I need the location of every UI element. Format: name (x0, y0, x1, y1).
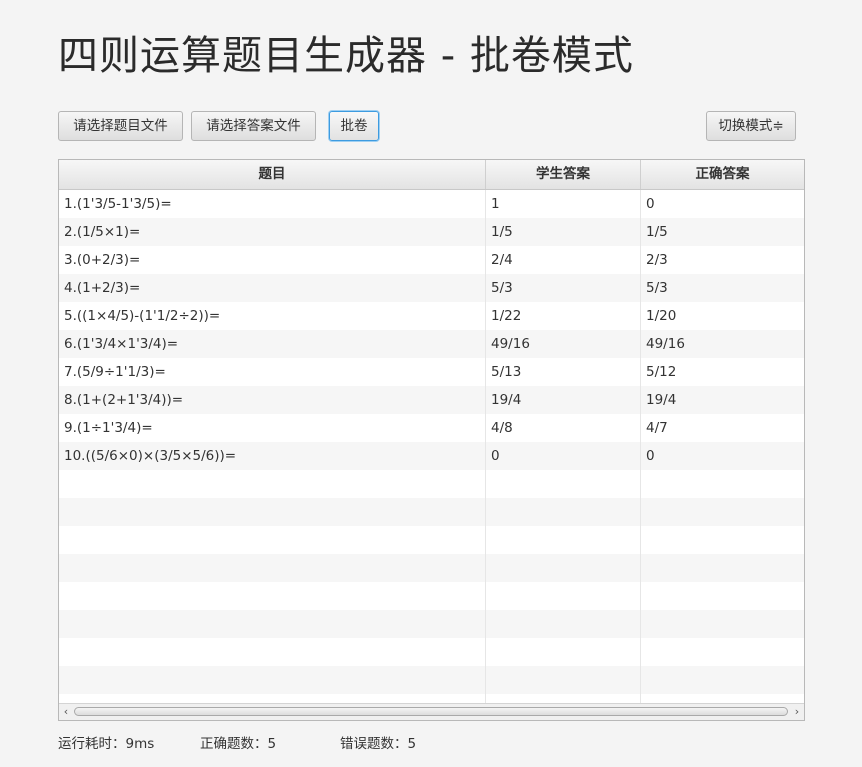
table-row[interactable]: 6.(1'3/4×1'3/4)= 49/16 49/16 (59, 330, 804, 358)
correct-answer-cell: 1/20 (646, 308, 677, 324)
correct-answer-cell: 5/12 (646, 364, 677, 380)
runtime-label: 运行耗时：9ms (58, 736, 155, 752)
correct-answer-cell: 49/16 (646, 336, 685, 352)
choose-question-file-button[interactable]: 请选择题目文件 (58, 111, 183, 141)
student-answer-cell: 1/22 (491, 308, 522, 324)
student-answer-cell: 49/16 (491, 336, 530, 352)
column-header-question[interactable]: 题目 (59, 160, 486, 189)
table-row[interactable]: 8.(1+(2+1'3/4))= 19/4 19/4 (59, 386, 804, 414)
empty-table-row (59, 610, 804, 638)
page-title: 四则运算题目生成器 - 批卷模式 (58, 33, 634, 79)
chevron-left-icon[interactable]: ‹ (59, 704, 73, 720)
student-answer-cell: 0 (491, 448, 500, 464)
switch-mode-button[interactable]: 切换模式≑ (706, 111, 796, 141)
empty-table-row (59, 554, 804, 582)
table-row[interactable]: 5.((1×4/5)-(1'1/2÷2))= 1/22 1/20 (59, 302, 804, 330)
correct-answer-cell: 0 (646, 448, 655, 464)
chevron-right-icon[interactable]: › (790, 704, 804, 720)
grade-button[interactable]: 批卷 (329, 111, 379, 141)
table-row[interactable]: 1.(1'3/5-1'3/5)= 1 0 (59, 190, 804, 218)
results-table[interactable]: 题目 学生答案 正确答案 1.(1'3/5-1'3/5)= 1 0 2.(1/5×1)… (58, 159, 805, 721)
table-row[interactable]: 7.(5/9÷1'1/3)= 5/13 5/12 (59, 358, 804, 386)
table-row[interactable]: 10.((5/6×0)×(3/5×5/6))= 0 0 (59, 442, 804, 470)
column-divider (485, 190, 486, 703)
empty-table-row (59, 638, 804, 666)
wrong-count-label: 错误题数：5 (340, 736, 417, 752)
empty-table-row (59, 526, 804, 554)
correct-answer-cell: 5/3 (646, 280, 668, 296)
table-body: 1.(1'3/5-1'3/5)= 1 0 2.(1/5×1)= 1/5 1/5 3.(0+2… (59, 190, 804, 703)
question-cell: 6.(1'3/4×1'3/4)= (64, 336, 179, 352)
correct-answer-cell: 4/7 (646, 420, 668, 436)
student-answer-cell: 19/4 (491, 392, 522, 408)
question-cell: 1.(1'3/5-1'3/5)= (64, 196, 172, 212)
empty-table-row (59, 694, 804, 703)
empty-table-row (59, 470, 804, 498)
table-row[interactable]: 3.(0+2/3)= 2/4 2/3 (59, 246, 804, 274)
correct-count-label: 正确题数：5 (200, 736, 277, 752)
student-answer-cell: 1/5 (491, 224, 513, 240)
correct-answer-cell: 1/5 (646, 224, 668, 240)
table-row[interactable]: 2.(1/5×1)= 1/5 1/5 (59, 218, 804, 246)
correct-answer-cell: 19/4 (646, 392, 677, 408)
question-cell: 8.(1+(2+1'3/4))= (64, 392, 184, 408)
table-header: 题目 学生答案 正确答案 (59, 160, 804, 190)
question-cell: 7.(5/9÷1'1/3)= (64, 364, 166, 380)
question-cell: 4.(1+2/3)= (64, 280, 141, 296)
column-divider (640, 190, 641, 703)
student-answer-cell: 2/4 (491, 252, 513, 268)
student-answer-cell: 5/13 (491, 364, 522, 380)
table-row[interactable]: 4.(1+2/3)= 5/3 5/3 (59, 274, 804, 302)
correct-answer-cell: 2/3 (646, 252, 668, 268)
empty-table-row (59, 498, 804, 526)
student-answer-cell: 1 (491, 196, 500, 212)
student-answer-cell: 4/8 (491, 420, 513, 436)
student-answer-cell: 5/3 (491, 280, 513, 296)
question-cell: 10.((5/6×0)×(3/5×5/6))= (64, 448, 237, 464)
question-cell: 3.(0+2/3)= (64, 252, 141, 268)
question-cell: 9.(1÷1'3/4)= (64, 420, 153, 436)
choose-answer-file-button[interactable]: 请选择答案文件 (191, 111, 316, 141)
empty-table-row (59, 666, 804, 694)
question-cell: 5.((1×4/5)-(1'1/2÷2))= (64, 308, 221, 324)
column-header-correct-answer[interactable]: 正确答案 (641, 160, 804, 189)
table-row[interactable]: 9.(1÷1'3/4)= 4/8 4/7 (59, 414, 804, 442)
empty-table-row (59, 582, 804, 610)
question-cell: 2.(1/5×1)= (64, 224, 141, 240)
horizontal-scrollbar[interactable]: ‹ › (59, 703, 804, 720)
correct-answer-cell: 0 (646, 196, 655, 212)
column-header-student-answer[interactable]: 学生答案 (486, 160, 641, 189)
scrollbar-thumb[interactable] (74, 707, 788, 716)
